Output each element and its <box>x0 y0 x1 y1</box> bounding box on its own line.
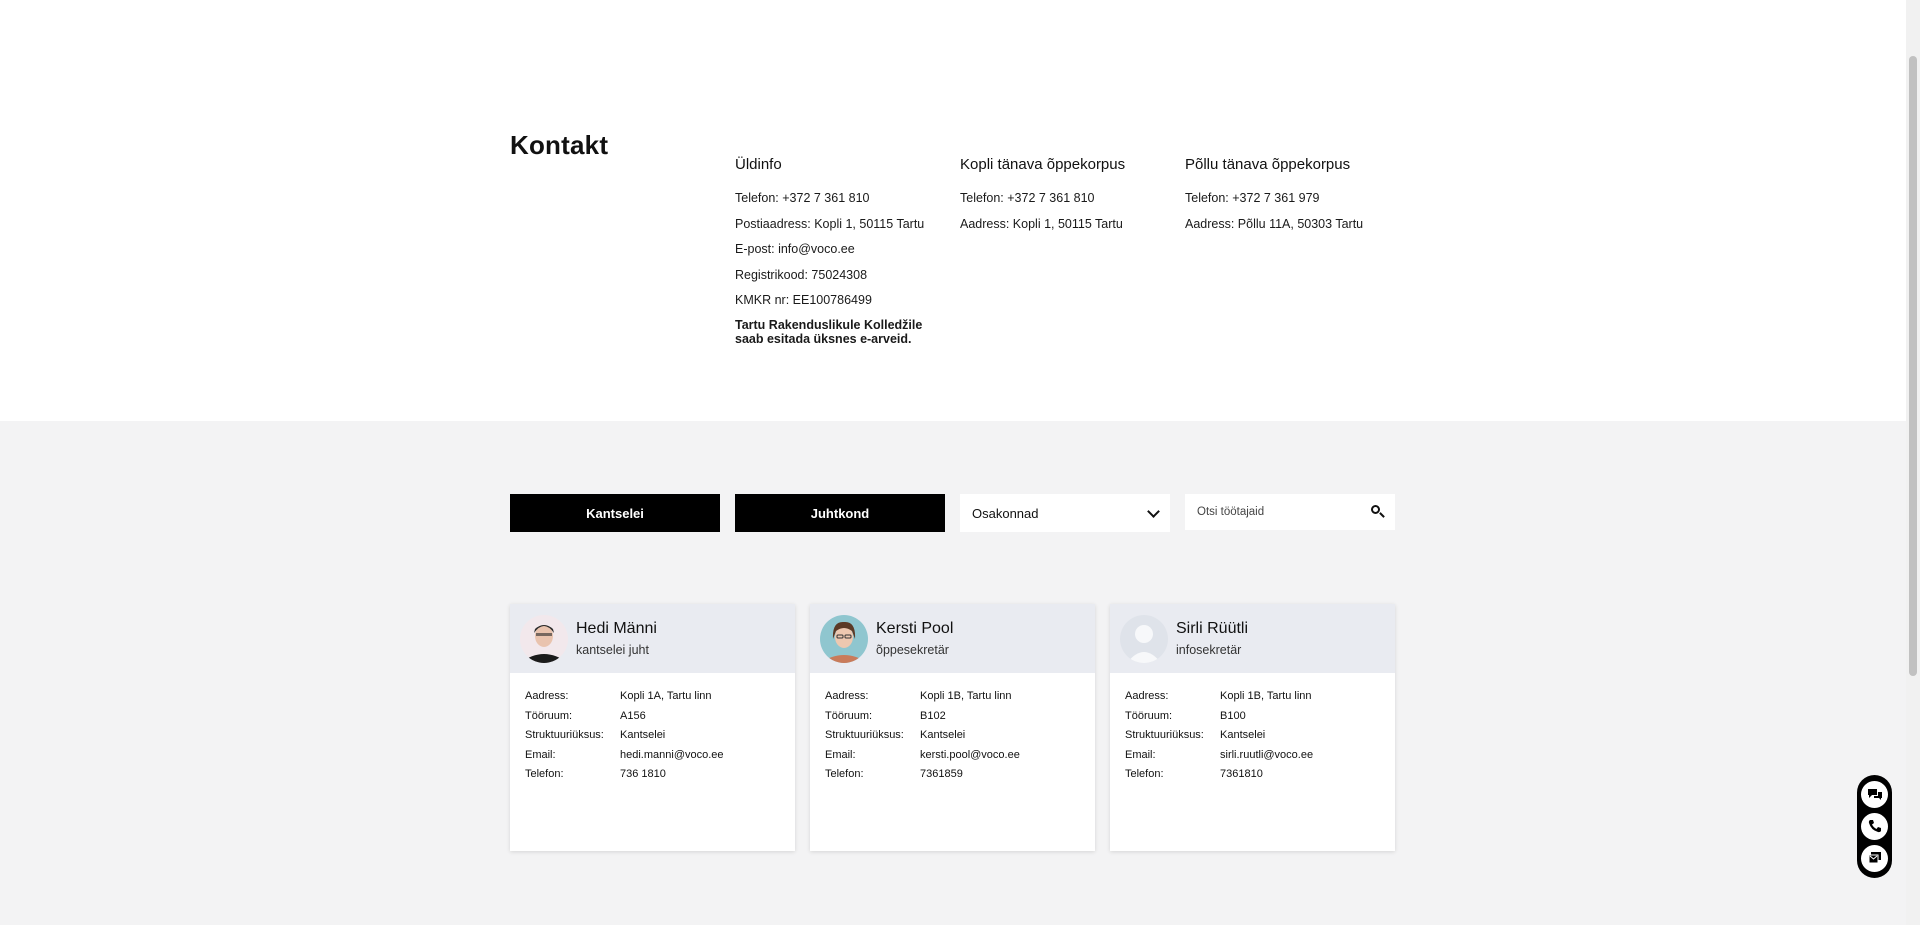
field-label: Email: <box>525 748 556 761</box>
page-title: Kontakt <box>510 130 609 160</box>
staff-phone[interactable]: 736 1810 <box>620 765 666 785</box>
phone-text: Telefon: +372 7 361 810 <box>735 191 870 205</box>
field-label: Struktuuriüksus: <box>1125 729 1204 741</box>
staff-card-header: Sirli Rüütli infosekretär <box>1110 604 1395 673</box>
field-label: Struktuuriüksus: <box>825 729 904 741</box>
staff-address: Kopli 1B, Tartu linn <box>920 690 1012 702</box>
staff-card: Hedi Männi kantselei juht Aadress: Kopli … <box>510 604 795 851</box>
e-invoice-note: Tartu Rakenduslikule Kolledžile saab esi… <box>735 317 923 346</box>
chevron-down-icon <box>1147 504 1160 518</box>
field-label: Telefon: <box>1125 768 1164 780</box>
staff-card: Sirli Rüütli infosekretär Aadress: Kopli … <box>1110 604 1395 851</box>
field-label: Telefon: <box>825 768 864 780</box>
chat-icon[interactable] <box>1861 781 1888 809</box>
field-label: Struktuuriüksus: <box>525 729 604 741</box>
scrollbar-thumb[interactable] <box>1909 56 1917 676</box>
phone-text: Telefon: +372 7 361 810 <box>960 191 1095 205</box>
staff-address: Kopli 1B, Tartu linn <box>1220 690 1312 702</box>
contact-column-kopli: Kopli tänava õppekorpus Telefon: +372 7 … <box>960 156 1175 241</box>
staff-search <box>1185 494 1395 530</box>
contact-column-general: Üldinfo Telefon: +372 7 361 810 Postiaad… <box>735 156 950 356</box>
message-icon[interactable] <box>1861 844 1888 872</box>
avatar <box>820 614 868 663</box>
postal-address-text: Postiaadress: Kopli 1, 50115 Tartu <box>735 216 925 231</box>
staff-role: õppesekretär <box>876 643 949 657</box>
juhtkond-button[interactable]: Juhtkond <box>735 494 945 532</box>
avatar-placeholder <box>1120 614 1168 663</box>
staff-unit: Kantselei <box>920 729 966 741</box>
avatar <box>520 614 568 663</box>
staff-card-header: Hedi Männi kantselei juht <box>510 604 795 673</box>
field-label: Tööruum: <box>1125 709 1173 722</box>
staff-room: A156 <box>620 709 646 722</box>
staff-email[interactable]: hedi.manni@voco.ee <box>620 746 724 766</box>
registry-code-text: Registrikood: 75024308 <box>735 267 868 282</box>
phone-text: Telefon: +372 7 361 979 <box>1185 191 1320 205</box>
field-label: Email: <box>1125 748 1156 761</box>
staff-card: Kersti Pool õppesekretär Aadress: Kopli 1… <box>810 604 1095 851</box>
staff-email[interactable]: kersti.pool@voco.ee <box>920 746 1020 766</box>
field-label: Tööruum: <box>825 709 873 722</box>
column-heading: Üldinfo <box>735 156 782 173</box>
contact-column-pollu: Põllu tänava õppekorpus Telefon: +372 7 … <box>1185 156 1400 241</box>
page-scrollbar[interactable] <box>1906 0 1920 925</box>
contact-widget <box>1857 775 1892 878</box>
email-text: E-post: info@voco.ee <box>735 242 855 257</box>
staff-room: B102 <box>920 709 946 722</box>
staff-room: B100 <box>1220 709 1246 722</box>
column-heading: Põllu tänava õppekorpus <box>1185 156 1351 173</box>
staff-phone[interactable]: 7361859 <box>920 765 963 785</box>
vat-number-text: KMKR nr: EE100786499 <box>735 293 872 308</box>
staff-card-header: Kersti Pool õppesekretär <box>810 604 1095 673</box>
field-label: Tööruum: <box>525 709 573 722</box>
departments-select[interactable]: Osakonnad <box>960 494 1170 532</box>
field-label: Aadress: <box>825 690 869 702</box>
staff-role: kantselei juht <box>576 643 649 657</box>
staff-search-input[interactable] <box>1197 506 1357 518</box>
kantselei-button[interactable]: Kantselei <box>510 494 720 532</box>
staff-role: infosekretär <box>1176 643 1242 657</box>
address-text: Aadress: Põllu 11A, 50303 Tartu <box>1185 216 1364 231</box>
contact-section: Kontakt Üldinfo Telefon: +372 7 361 810 … <box>0 0 1906 421</box>
field-label: Telefon: <box>525 768 564 780</box>
column-heading: Kopli tänava õppekorpus <box>960 156 1126 173</box>
staff-unit: Kantselei <box>1220 729 1266 741</box>
field-label: Email: <box>825 748 856 761</box>
staff-email[interactable]: sirli.ruutli@voco.ee <box>1220 746 1313 766</box>
search-icon[interactable] <box>1371 505 1385 519</box>
field-label: Aadress: <box>525 690 569 702</box>
staff-name: Sirli Rüütli <box>1176 620 1249 637</box>
address-text: Aadress: Kopli 1, 50115 Tartu <box>960 216 1123 231</box>
staff-address: Kopli 1A, Tartu linn <box>620 690 712 702</box>
staff-name: Kersti Pool <box>876 620 954 637</box>
phone-icon[interactable] <box>1861 812 1888 840</box>
staff-phone[interactable]: 7361810 <box>1220 765 1263 785</box>
staff-unit: Kantselei <box>620 729 666 741</box>
field-label: Aadress: <box>1125 690 1169 702</box>
departments-select-value: Osakonnad <box>972 505 1039 521</box>
staff-name: Hedi Männi <box>576 620 657 637</box>
staff-section: Kantselei Juhtkond Osakonnad Hedi Männi … <box>0 421 1906 925</box>
